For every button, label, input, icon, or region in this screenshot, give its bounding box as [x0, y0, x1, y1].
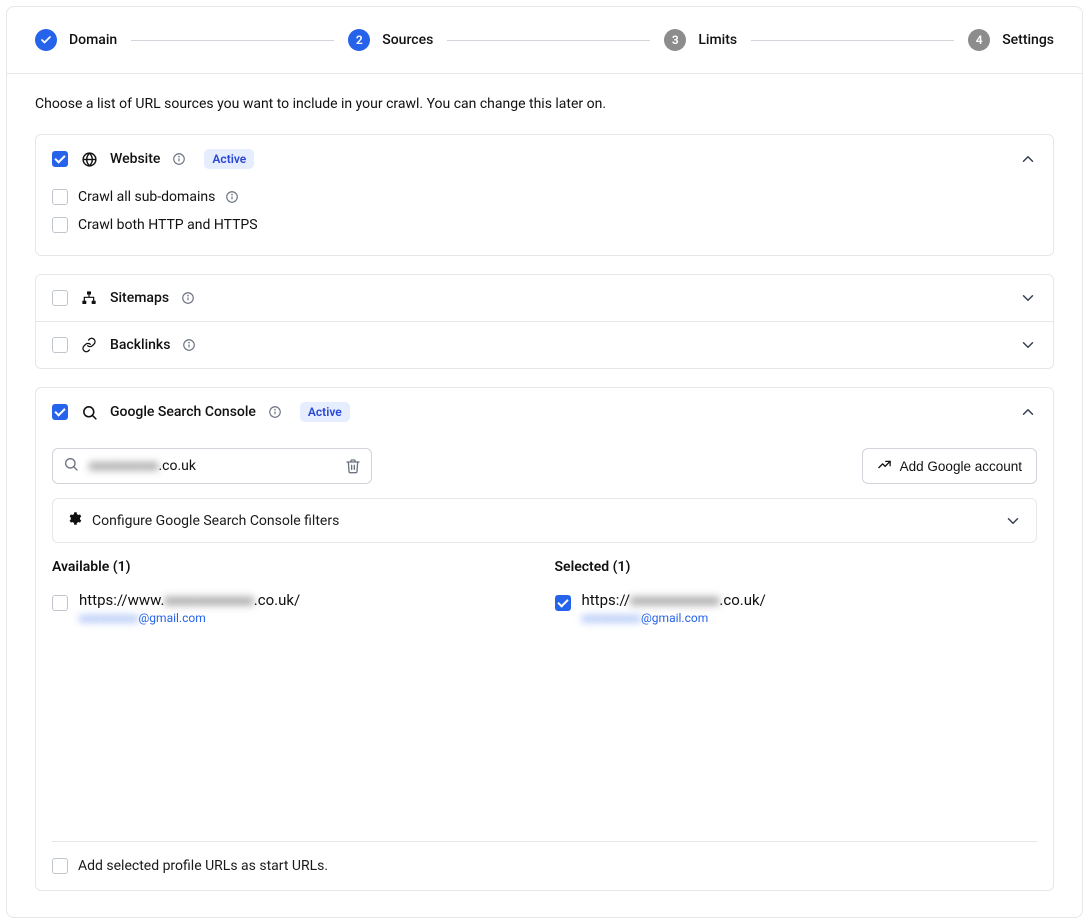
- available-title: Available (1): [52, 559, 535, 575]
- gsc-search-input-wrap[interactable]: xxxxxxxxxx.co.uk: [52, 448, 372, 484]
- gsc-panel: Google Search Console Active xxxxxxxxxx.…: [35, 387, 1054, 891]
- chevron-down-icon[interactable]: [1019, 289, 1037, 307]
- website-panel-header[interactable]: Website Active: [36, 135, 1053, 183]
- add-google-account-label: Add Google account: [900, 459, 1022, 474]
- backlinks-checkbox[interactable]: [52, 337, 68, 353]
- info-icon[interactable]: [225, 190, 239, 204]
- available-property-url: https://www.xxxxxxxxxxxx.co.uk/: [79, 591, 300, 611]
- chevron-down-icon[interactable]: [1019, 336, 1037, 354]
- gsc-checkbox[interactable]: [52, 404, 68, 420]
- secondary-sources-panel: Sitemaps Backlinks: [35, 274, 1054, 369]
- gsc-configure-filters-label: Configure Google Search Console filters: [92, 513, 339, 529]
- gsc-title: Google Search Console: [110, 404, 256, 420]
- gsc-columns: Available (1) https://www.xxxxxxxxxxxx.c…: [36, 559, 1053, 835]
- step-label: Limits: [698, 32, 737, 48]
- globe-icon: [80, 150, 98, 168]
- sitemap-icon: [80, 289, 98, 307]
- available-column: Available (1) https://www.xxxxxxxxxxxx.c…: [52, 559, 535, 821]
- website-checkbox[interactable]: [52, 151, 68, 167]
- chevron-up-icon[interactable]: [1019, 150, 1037, 168]
- step-sources[interactable]: 2 Sources: [348, 29, 433, 51]
- crawl-subdomains-checkbox[interactable]: [52, 189, 68, 205]
- step-label: Sources: [382, 32, 433, 48]
- selected-property-url: https://xxxxxxxxxxxx.co.uk/: [582, 591, 766, 611]
- gsc-search-value[interactable]: xxxxxxxxxx.co.uk: [89, 458, 335, 474]
- info-icon[interactable]: [182, 338, 196, 352]
- website-title: Website: [110, 151, 160, 167]
- gsc-header[interactable]: Google Search Console Active: [36, 388, 1053, 436]
- page-container: Domain 2 Sources 3 Limits 4 Settings Cho…: [6, 6, 1083, 918]
- selected-property-checkbox[interactable]: [555, 595, 571, 611]
- step-label: Domain: [69, 32, 117, 48]
- step-line: [447, 40, 650, 41]
- search-icon: [63, 456, 79, 476]
- content-area: Choose a list of URL sources you want to…: [7, 74, 1082, 917]
- step-number-icon: 3: [664, 29, 686, 51]
- selected-column: Selected (1) https://xxxxxxxxxxxx.co.uk/…: [555, 559, 1038, 821]
- chevron-down-icon[interactable]: [1004, 512, 1022, 530]
- step-limits[interactable]: 3 Limits: [664, 29, 737, 51]
- add-start-urls-row[interactable]: Add selected profile URLs as start URLs.: [36, 842, 1053, 890]
- crawl-http-https-row[interactable]: Crawl both HTTP and HTTPS: [52, 211, 1037, 239]
- intro-text: Choose a list of URL sources you want to…: [35, 96, 1054, 112]
- info-icon[interactable]: [181, 291, 195, 305]
- selected-property-row[interactable]: https://xxxxxxxxxxxx.co.uk/ xxxxxxxxxx@g…: [555, 591, 1038, 625]
- crawl-subdomains-label: Crawl all sub-domains: [78, 189, 215, 205]
- gear-icon: [67, 511, 82, 530]
- step-number-icon: 4: [968, 29, 990, 51]
- website-panel: Website Active Crawl all sub-domains: [35, 134, 1054, 256]
- step-settings[interactable]: 4 Settings: [968, 29, 1054, 51]
- gsc-toolbar: xxxxxxxxxx.co.uk Add Google account: [36, 436, 1053, 498]
- available-property-row[interactable]: https://www.xxxxxxxxxxxx.co.uk/ xxxxxxxx…: [52, 591, 535, 625]
- trash-icon[interactable]: [345, 458, 361, 474]
- active-badge: Active: [300, 402, 350, 422]
- info-icon[interactable]: [268, 405, 282, 419]
- step-domain[interactable]: Domain: [35, 29, 117, 51]
- wizard-stepper: Domain 2 Sources 3 Limits 4 Settings: [7, 7, 1082, 73]
- crawl-http-https-label: Crawl both HTTP and HTTPS: [78, 217, 258, 233]
- gsc-configure-filters[interactable]: Configure Google Search Console filters: [52, 498, 1037, 543]
- selected-property-email: xxxxxxxxxx@gmail.com: [582, 611, 766, 625]
- add-start-urls-label: Add selected profile URLs as start URLs.: [78, 858, 328, 874]
- sitemaps-title: Sitemaps: [110, 290, 169, 306]
- link-icon: [80, 336, 98, 354]
- add-google-account-button[interactable]: Add Google account: [862, 448, 1037, 484]
- step-number-icon: 2: [348, 29, 370, 51]
- available-property-email: xxxxxxxxxx@gmail.com: [79, 611, 300, 625]
- trend-icon: [877, 457, 892, 475]
- search-icon: [80, 403, 98, 421]
- add-start-urls-checkbox[interactable]: [52, 858, 68, 874]
- step-label: Settings: [1002, 32, 1054, 48]
- info-icon[interactable]: [172, 152, 186, 166]
- sitemaps-checkbox[interactable]: [52, 290, 68, 306]
- chevron-up-icon[interactable]: [1019, 403, 1037, 421]
- step-line: [751, 40, 954, 41]
- crawl-subdomains-row[interactable]: Crawl all sub-domains: [52, 183, 1037, 211]
- sitemaps-header[interactable]: Sitemaps: [36, 275, 1053, 321]
- crawl-http-https-checkbox[interactable]: [52, 217, 68, 233]
- selected-title: Selected (1): [555, 559, 1038, 575]
- backlinks-header[interactable]: Backlinks: [36, 322, 1053, 368]
- step-line: [131, 40, 334, 41]
- available-property-checkbox[interactable]: [52, 595, 68, 611]
- active-badge: Active: [204, 149, 254, 169]
- check-icon: [35, 29, 57, 51]
- backlinks-title: Backlinks: [110, 337, 170, 353]
- website-panel-body: Crawl all sub-domains Crawl both HTTP an…: [36, 183, 1053, 255]
